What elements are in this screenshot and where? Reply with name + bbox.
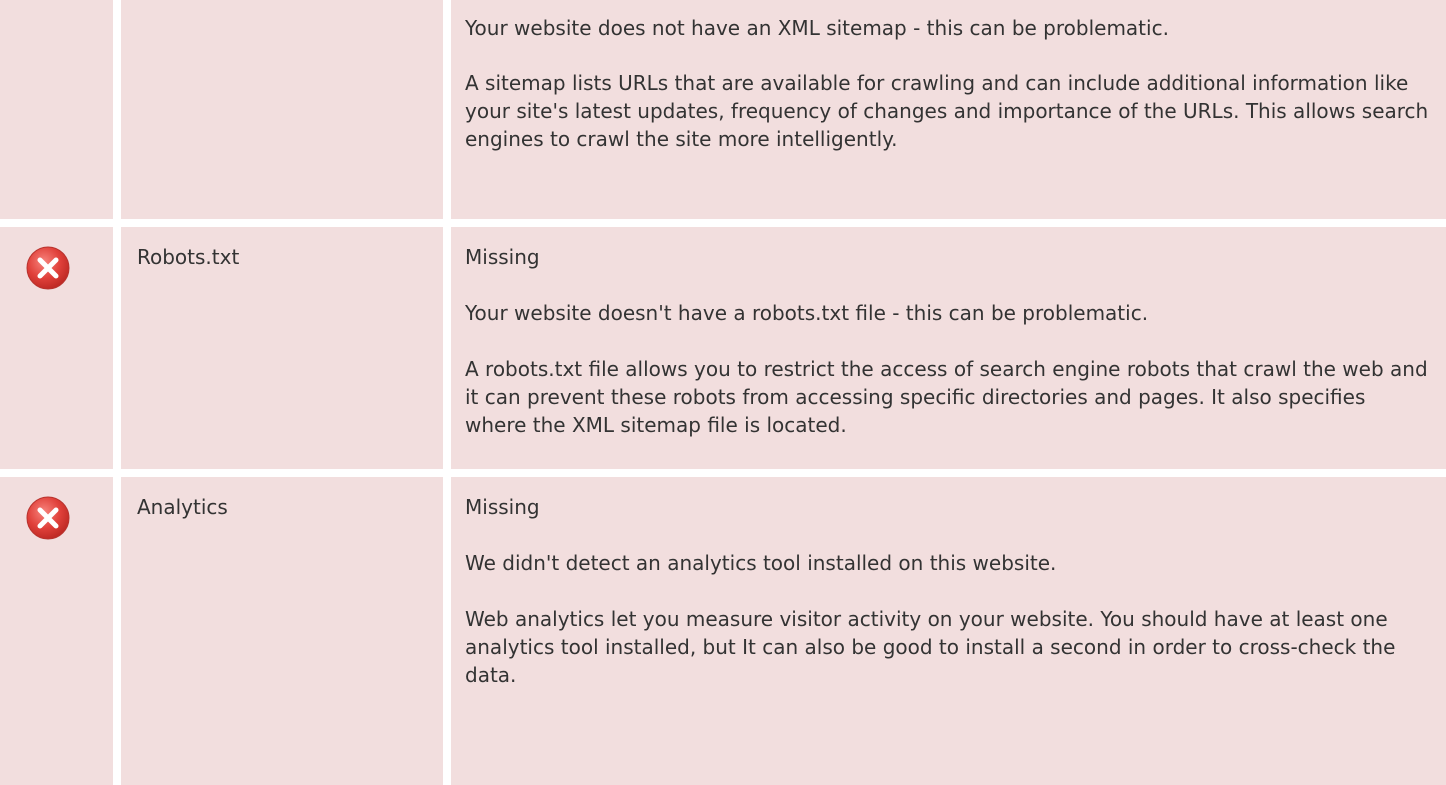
check-label: Analytics xyxy=(137,495,228,519)
table-row-sitemap: Your website does not have an XML sitema… xyxy=(0,0,1446,219)
seo-report-table: Your website does not have an XML sitema… xyxy=(0,0,1446,785)
content-cell: Missing We didn't detect an analytics to… xyxy=(451,477,1446,785)
table-row-analytics: Analytics Missing We didn't detect an an… xyxy=(0,477,1446,785)
label-cell: Robots.txt xyxy=(121,227,443,469)
content-cell: Missing Your website doesn't have a robo… xyxy=(451,227,1446,469)
error-x-icon xyxy=(26,246,70,290)
robots-description: Your website doesn't have a robots.txt f… xyxy=(465,301,1149,325)
content-cell: Your website does not have an XML sitema… xyxy=(451,0,1446,219)
status-icon-cell xyxy=(0,477,113,785)
robots-explanation: A robots.txt file allows you to restrict… xyxy=(465,357,1428,437)
analytics-explanation: Web analytics let you measure visitor ac… xyxy=(465,607,1396,687)
status-icon-cell xyxy=(0,0,113,219)
analytics-description: We didn't detect an analytics tool insta… xyxy=(465,551,1057,575)
sitemap-explanation: A sitemap lists URLs that are available … xyxy=(465,71,1429,151)
status-text: Missing xyxy=(465,245,540,269)
label-cell: Analytics xyxy=(121,477,443,785)
check-label: Robots.txt xyxy=(137,245,240,269)
label-cell xyxy=(121,0,443,219)
status-icon-cell xyxy=(0,227,113,469)
sitemap-description: Your website does not have an XML sitema… xyxy=(465,16,1169,40)
status-text: Missing xyxy=(465,495,540,519)
table-row-robots: Robots.txt Missing Your website doesn't … xyxy=(0,227,1446,469)
error-x-icon xyxy=(26,496,70,540)
